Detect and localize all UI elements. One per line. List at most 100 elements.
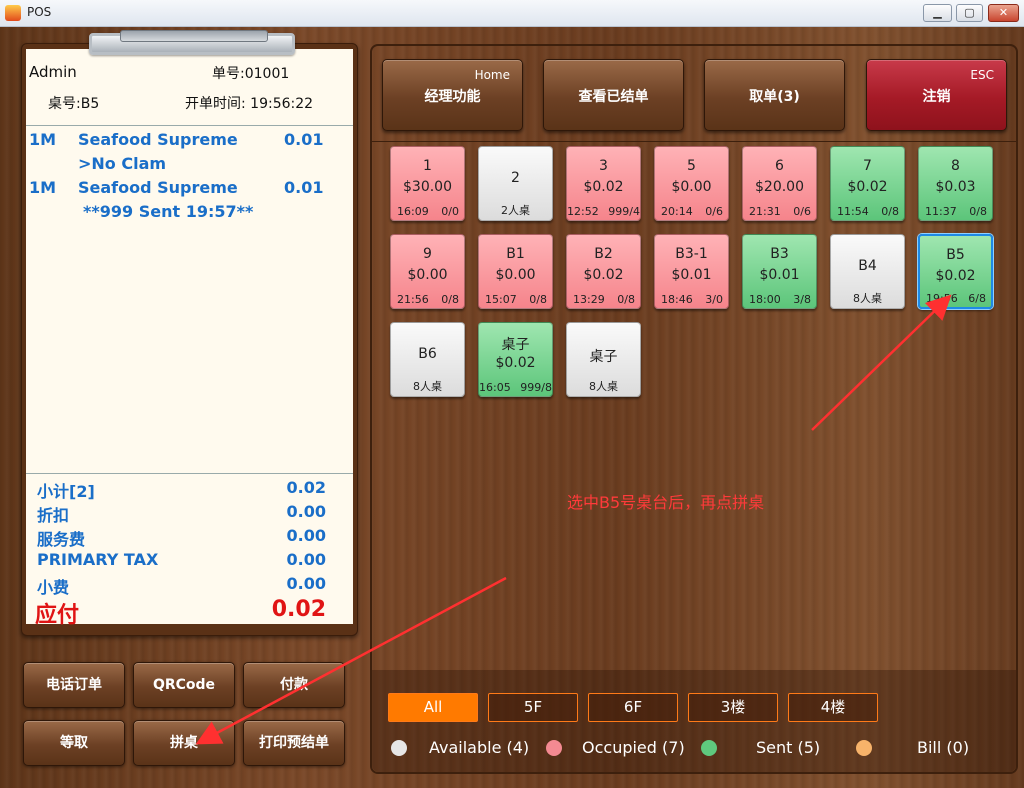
tip-label: 小费 — [37, 578, 70, 597]
table-tile-2[interactable]: 2 2人桌 — [478, 146, 553, 221]
ticket-item-name[interactable]: Seafood Supreme — [78, 130, 238, 149]
floor-tab-6f[interactable]: 6F — [588, 693, 678, 722]
ticket-user: Admin — [29, 63, 77, 81]
print-prebill-button[interactable]: 打印预结单 — [243, 720, 345, 766]
ticket-item-qty[interactable]: 1M — [29, 130, 56, 149]
table-name: 桌子 — [501, 337, 530, 353]
table-tile-b3-1[interactable]: B3-1 $0.01 18:46 3/0 — [654, 234, 729, 309]
table-tile-desk-2[interactable]: 桌子 8人桌 — [566, 322, 641, 397]
ticket-item-price[interactable]: 0.01 — [284, 130, 323, 149]
window-titlebar: POS ▁ ▢ ✕ — [0, 0, 1024, 27]
discount-value: 0.00 — [286, 502, 326, 521]
table-name: 1 — [423, 158, 432, 174]
table-name: 6 — [775, 158, 784, 174]
table-tile-b2[interactable]: B2 $0.02 13:29 0/8 — [566, 234, 641, 309]
table-amount: $0.02 — [495, 355, 536, 371]
tax-value: 0.00 — [286, 550, 326, 569]
table-time: 13:29 — [573, 293, 605, 306]
legend-bill: Bill (0) — [917, 738, 970, 757]
legend-sent: Sent (5) — [756, 738, 821, 757]
table-time: 21:56 — [397, 293, 429, 306]
table-tile-b4[interactable]: B4 8人桌 — [830, 234, 905, 309]
table-tile-b1[interactable]: B1 $0.00 15:07 0/8 — [478, 234, 553, 309]
table-tile-b5[interactable]: B5 $0.02 19:56 6/8 — [918, 234, 993, 309]
available-dot-icon — [391, 740, 407, 756]
table-name: 2 — [511, 170, 520, 186]
table-amount: $0.02 — [935, 268, 976, 284]
occupied-dot-icon — [546, 740, 562, 756]
ticket-table-number: 桌号:B5 — [48, 96, 100, 112]
ticket-item-modifier[interactable]: >No Clam — [78, 154, 166, 173]
floor-tab-3[interactable]: 3楼 — [688, 693, 778, 722]
table-seats: 3/0 — [705, 293, 723, 306]
legend-available: Available (4) — [429, 738, 530, 757]
table-name: 9 — [423, 246, 432, 262]
table-name: 7 — [863, 158, 872, 174]
shortcut-hint: Home — [474, 68, 510, 82]
phone-order-button[interactable]: 电话订单 — [23, 662, 125, 708]
table-capacity: 2人桌 — [501, 204, 530, 217]
table-tile-3[interactable]: 3 $0.02 12:52 999/4 — [566, 146, 641, 221]
table-seats: 3/8 — [793, 293, 811, 306]
floor-tab-4[interactable]: 4楼 — [788, 693, 878, 722]
payment-button[interactable]: 付款 — [243, 662, 345, 708]
closed-orders-button[interactable]: 查看已结单 — [543, 59, 684, 131]
button-label: 经理功能 — [424, 89, 481, 105]
ticket-item-qty[interactable]: 1M — [29, 178, 56, 197]
service-fee-label: 服务费 — [37, 530, 86, 549]
table-name: 5 — [687, 158, 696, 174]
pickup-button[interactable]: 等取 — [23, 720, 125, 766]
clipboard-clip-bar — [120, 30, 268, 42]
button-label: 注销 — [922, 89, 951, 105]
minimize-icon: ▁ — [933, 6, 942, 19]
table-tile-9[interactable]: 9 $0.00 21:56 0/8 — [390, 234, 465, 309]
close-button[interactable]: ✕ — [988, 4, 1019, 22]
manager-functions-button[interactable]: Home 经理功能 — [382, 59, 523, 131]
button-label: 取单(3) — [749, 89, 800, 105]
table-time: 18:00 — [749, 293, 781, 306]
table-amount: $0.02 — [583, 179, 624, 195]
table-tile-7[interactable]: 7 $0.02 11:54 0/8 — [830, 146, 905, 221]
table-name: B5 — [946, 247, 965, 263]
logout-button[interactable]: ESC 注销 — [866, 59, 1007, 131]
floor-tab-5f[interactable]: 5F — [488, 693, 578, 722]
table-tile-5[interactable]: 5 $0.00 20:14 0/6 — [654, 146, 729, 221]
amount-due-label: 应付 — [35, 603, 80, 628]
table-seats: 0/6 — [793, 205, 811, 218]
maximize-button[interactable]: ▢ — [956, 4, 983, 22]
discount-label: 折扣 — [37, 506, 70, 525]
table-amount: $0.03 — [935, 179, 976, 195]
table-amount: $20.00 — [755, 179, 804, 195]
table-seats: 0/8 — [617, 293, 635, 306]
table-capacity: 8人桌 — [413, 380, 442, 393]
table-tile-1[interactable]: 1 $30.00 16:09 0/0 — [390, 146, 465, 221]
tutorial-annotation: 选中B5号桌台后，再点拼桌 — [567, 493, 765, 512]
table-amount: $30.00 — [403, 179, 452, 195]
table-name: 3 — [599, 158, 608, 174]
table-amount: $0.01 — [759, 267, 800, 283]
floor-tab-all[interactable]: All — [388, 693, 478, 722]
qrcode-button[interactable]: QRCode — [133, 662, 235, 708]
ticket-item-price[interactable]: 0.01 — [284, 178, 323, 197]
minimize-button[interactable]: ▁ — [923, 4, 952, 22]
merge-tables-button[interactable]: 拼桌 — [133, 720, 235, 766]
table-time: 19:56 — [926, 292, 958, 305]
table-name: B1 — [506, 246, 525, 262]
table-seats: 6/8 — [968, 292, 986, 305]
table-tile-8[interactable]: 8 $0.03 11:37 0/8 — [918, 146, 993, 221]
table-tile-b6[interactable]: B6 8人桌 — [390, 322, 465, 397]
table-tile-6[interactable]: 6 $20.00 21:31 0/6 — [742, 146, 817, 221]
table-tile-b3[interactable]: B3 $0.01 18:00 3/8 — [742, 234, 817, 309]
table-tile-desk-1[interactable]: 桌子 $0.02 16:05 999/8 — [478, 322, 553, 397]
table-time: 11:54 — [837, 205, 869, 218]
table-name: B6 — [418, 346, 437, 362]
subtotal-label: 小计[2] — [37, 482, 95, 501]
table-time: 16:09 — [397, 205, 429, 218]
table-name: B2 — [594, 246, 613, 262]
ticket-item-name[interactable]: Seafood Supreme — [78, 178, 238, 197]
tax-label: PRIMARY TAX — [37, 550, 159, 569]
table-time: 21:31 — [749, 205, 781, 218]
ticket-open-time: 开单时间: 19:56:22 — [185, 96, 314, 112]
retrieve-order-button[interactable]: 取单(3) — [704, 59, 845, 131]
table-time: 16:05 — [479, 381, 511, 394]
